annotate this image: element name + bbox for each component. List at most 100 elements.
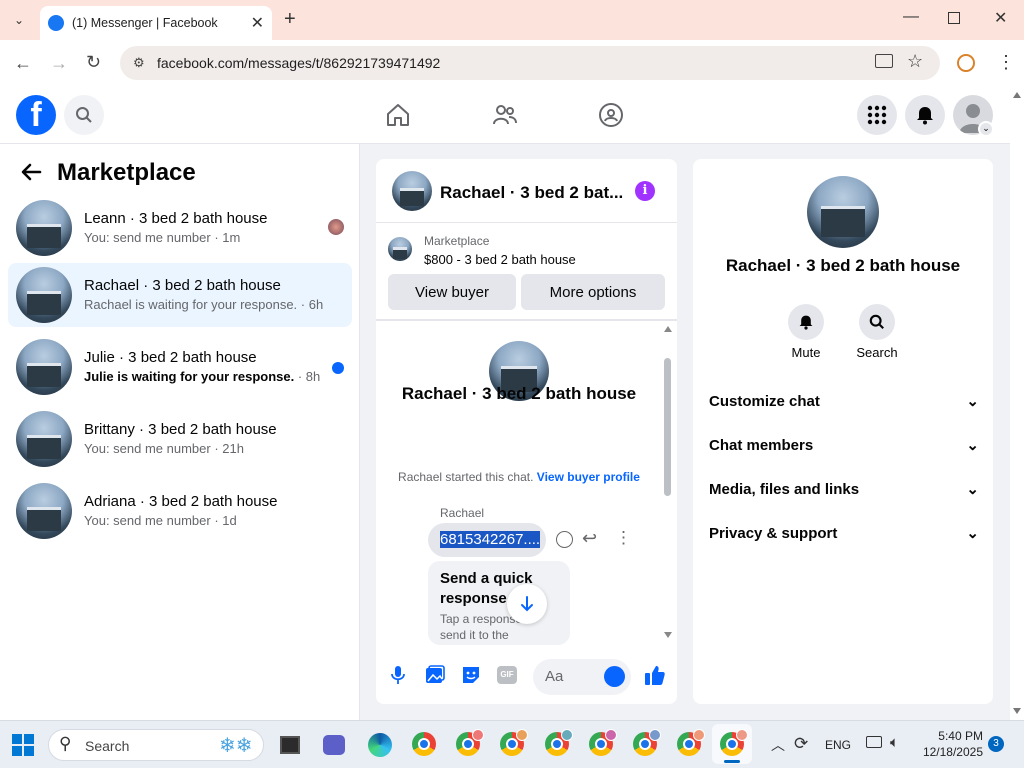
- network-icon[interactable]: [866, 736, 882, 748]
- volume-icon[interactable]: 🔈︎: [890, 734, 899, 751]
- microphone-icon[interactable]: [391, 665, 405, 685]
- chat-members-section[interactable]: Chat members ⌄: [709, 430, 979, 460]
- conversation-item-julie[interactable]: Julie · 3 bed 2 bath house Julie is wait…: [8, 335, 352, 399]
- privacy-support-section[interactable]: Privacy & support ⌄: [709, 518, 979, 548]
- menu-grid-icon[interactable]: [857, 95, 897, 135]
- task-view-icon[interactable]: [280, 736, 300, 754]
- section-label: Media, files and links: [709, 480, 860, 498]
- listing-avatar: [16, 267, 72, 323]
- account-chevron-icon[interactable]: ⌄: [978, 121, 994, 137]
- quick-response-card[interactable]: Send a quick response Tap a response to …: [428, 561, 570, 645]
- profile-icon[interactable]: [957, 54, 975, 72]
- profile-badge: [693, 729, 705, 741]
- view-buyer-button[interactable]: View buyer: [388, 274, 516, 310]
- reply-icon[interactable]: ↩: [582, 528, 597, 549]
- chrome-icon[interactable]: [412, 732, 436, 756]
- mute-button[interactable]: [788, 304, 824, 340]
- emoji-icon[interactable]: [604, 666, 625, 687]
- omnibox[interactable]: ⚙ facebook.com/messages/t/86292173947149…: [120, 46, 940, 80]
- site-info-icon[interactable]: ⚙: [133, 55, 145, 71]
- edge-browser-icon[interactable]: [368, 733, 392, 757]
- more-options-button[interactable]: More options: [521, 274, 665, 310]
- view-buyer-profile-link[interactable]: View buyer profile: [537, 470, 640, 484]
- customize-chat-section[interactable]: Customize chat ⌄: [709, 386, 979, 416]
- install-app-icon[interactable]: [875, 54, 893, 68]
- language-indicator[interactable]: ENG: [825, 738, 851, 752]
- browser-menu-icon[interactable]: ⋮: [997, 52, 1015, 72]
- search-icon: ⚲: [59, 734, 72, 753]
- conversation-item-brittany[interactable]: Brittany · 3 bed 2 bath house You: send …: [8, 407, 352, 471]
- conversation-name: Brittany · 3 bed 2 bath house: [84, 421, 277, 438]
- chevron-down-icon: ⌄: [966, 481, 979, 498]
- listing-source: Marketplace: [424, 234, 490, 248]
- chevron-down-icon: ⌄: [966, 525, 979, 542]
- more-actions-icon[interactable]: ⋮: [615, 528, 632, 548]
- page-scrollbar[interactable]: [1010, 86, 1024, 720]
- minimize-icon[interactable]: —: [903, 8, 919, 26]
- scroll-up-icon[interactable]: [664, 326, 672, 332]
- back-icon[interactable]: ←: [14, 53, 32, 74]
- conversation-item-leann[interactable]: Leann · 3 bed 2 bath house You: send me …: [8, 196, 352, 260]
- url-text[interactable]: facebook.com/messages/t/862921739471492: [157, 55, 440, 71]
- groups-icon[interactable]: [598, 102, 624, 128]
- forward-icon[interactable]: →: [50, 53, 68, 74]
- gif-icon[interactable]: GIF: [497, 666, 517, 684]
- scroll-down-icon[interactable]: [664, 632, 672, 638]
- conversation-preview: You: send me number · 1d: [84, 513, 237, 528]
- listing-title[interactable]: $800 - 3 bed 2 bath house: [424, 252, 576, 267]
- info-icon[interactable]: i: [635, 181, 655, 201]
- react-emoji-icon[interactable]: [556, 531, 573, 548]
- notifications-bell-icon[interactable]: [905, 95, 945, 135]
- restore-icon[interactable]: [948, 12, 960, 24]
- clock-date[interactable]: 12/18/2025: [918, 745, 983, 759]
- unread-dot: [332, 362, 344, 374]
- conversation-name: Julie · 3 bed 2 bath house: [84, 349, 257, 366]
- home-icon[interactable]: [385, 102, 411, 128]
- show-hidden-icons-icon[interactable]: ︿: [771, 735, 785, 755]
- reload-icon[interactable]: ↻: [86, 52, 101, 73]
- seen-avatar: [328, 219, 344, 235]
- chat-started-text: Rachael started this chat.: [398, 470, 534, 484]
- bookmark-star-icon[interactable]: ☆: [907, 51, 923, 72]
- conversation-item-adriana[interactable]: Adriana · 3 bed 2 bath house You: send m…: [8, 479, 352, 543]
- message-bubble[interactable]: 6815342267....: [428, 523, 546, 557]
- scroll-down-icon[interactable]: [1013, 708, 1021, 714]
- taskbar-search-box[interactable]: ⚲ Search ❄❄: [48, 729, 264, 761]
- start-windows-icon[interactable]: [12, 734, 34, 756]
- search-icon[interactable]: [64, 95, 104, 135]
- chat-panel: Rachael · 3 bed 2 bat... i Marketplace $…: [376, 159, 677, 704]
- conversation-preview: You: send me number · 1m: [84, 230, 241, 245]
- message-text: 6815342267....: [440, 531, 541, 548]
- profile-badge: [605, 729, 617, 741]
- conversation-item-rachael[interactable]: Rachael · 3 bed 2 bath house Rachael is …: [8, 263, 352, 327]
- facebook-logo-icon[interactable]: f: [16, 95, 56, 135]
- back-arrow-icon[interactable]: [20, 161, 42, 183]
- browser-tab-bar: ⌄ (1) Messenger | Facebook ✕ + — ✕: [0, 0, 1024, 40]
- sidebar-title: Marketplace: [57, 159, 196, 186]
- chat-header[interactable]: Rachael · 3 bed 2 bat... i: [376, 159, 677, 223]
- close-window-icon[interactable]: ✕: [994, 8, 1007, 28]
- profile-badge: [472, 729, 484, 741]
- scroll-thumb[interactable]: [664, 358, 671, 496]
- tab-title: (1) Messenger | Facebook: [72, 16, 218, 30]
- message-input[interactable]: Aa: [533, 659, 631, 695]
- like-thumb-icon[interactable]: [644, 664, 666, 686]
- sync-icon[interactable]: ⟳: [794, 734, 808, 754]
- browser-tab[interactable]: (1) Messenger | Facebook ✕: [40, 6, 272, 40]
- chevron-down-icon: ⌄: [966, 437, 979, 454]
- meet-video-icon[interactable]: [323, 735, 345, 755]
- search-conversation-button[interactable]: [859, 304, 895, 340]
- new-tab-button[interactable]: +: [284, 8, 296, 31]
- tab-search-button[interactable]: ⌄: [8, 9, 30, 31]
- clock-time[interactable]: 5:40 PM: [935, 729, 983, 743]
- scroll-to-bottom-icon[interactable]: [507, 584, 547, 624]
- scroll-up-icon[interactable]: [1013, 92, 1021, 98]
- close-tab-icon[interactable]: ✕: [251, 13, 264, 33]
- sticker-icon[interactable]: [461, 665, 481, 685]
- friends-icon[interactable]: [492, 102, 518, 128]
- notification-count-badge[interactable]: 3: [988, 736, 1004, 752]
- details-name: Rachael · 3 bed 2 bath house: [725, 256, 961, 275]
- media-files-links-section[interactable]: Media, files and links ⌄: [709, 474, 979, 504]
- chat-scrollbar[interactable]: [662, 322, 674, 644]
- photo-icon[interactable]: [425, 665, 445, 685]
